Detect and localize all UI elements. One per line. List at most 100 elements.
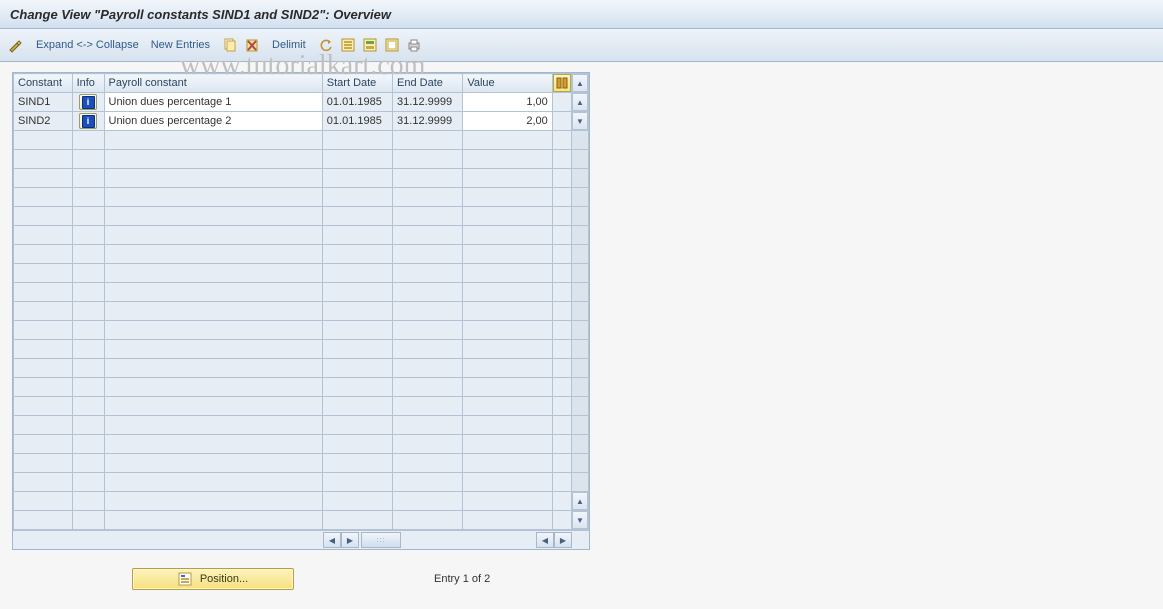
cell-payroll-constant xyxy=(104,188,322,207)
table-row[interactable]: ▲ xyxy=(14,492,589,511)
table-row[interactable]: ▼ xyxy=(14,511,589,530)
cell-info xyxy=(72,492,104,511)
table-row[interactable] xyxy=(14,340,589,359)
table-row[interactable] xyxy=(14,264,589,283)
cell-constant[interactable] xyxy=(14,435,73,454)
cell-start-date xyxy=(322,188,392,207)
table-row[interactable] xyxy=(14,454,589,473)
table-row[interactable] xyxy=(14,245,589,264)
cell-constant[interactable]: SIND1 xyxy=(14,93,73,112)
table-row[interactable] xyxy=(14,283,589,302)
cell-constant[interactable] xyxy=(14,454,73,473)
hscroll-left2-icon[interactable]: ◀ xyxy=(536,532,554,548)
col-header-end-date[interactable]: End Date xyxy=(393,74,463,93)
table-row[interactable]: SIND1iUnion dues percentage 101.01.19853… xyxy=(14,93,589,112)
cell-constant[interactable] xyxy=(14,359,73,378)
position-button[interactable]: Position... xyxy=(132,568,294,590)
scroll-bottom-icon[interactable]: ▼ xyxy=(572,511,588,529)
print-icon[interactable] xyxy=(406,37,422,53)
cell-constant[interactable] xyxy=(14,397,73,416)
cell-constant[interactable] xyxy=(14,340,73,359)
cell-constant[interactable] xyxy=(14,378,73,397)
title-bar: Change View "Payroll constants SIND1 and… xyxy=(0,0,1163,29)
scroll-cell-down: ▼ xyxy=(571,112,588,131)
cell-info xyxy=(72,435,104,454)
table-settings-icon[interactable] xyxy=(553,74,571,92)
table-row[interactable] xyxy=(14,188,589,207)
scroll-up-icon[interactable]: ▲ xyxy=(572,93,588,111)
cell-constant[interactable] xyxy=(14,264,73,283)
scroll-top-icon[interactable]: ▲ xyxy=(572,74,588,92)
cell-payroll-constant[interactable]: Union dues percentage 1 xyxy=(104,93,322,112)
cell-spacer xyxy=(552,302,571,321)
new-entries-button[interactable]: New Entries xyxy=(151,39,210,51)
cell-constant[interactable] xyxy=(14,416,73,435)
copy-icon[interactable] xyxy=(222,37,238,53)
cell-info xyxy=(72,245,104,264)
cell-payroll-constant[interactable]: Union dues percentage 2 xyxy=(104,112,322,131)
table-row[interactable]: SIND2iUnion dues percentage 201.01.19853… xyxy=(14,112,589,131)
deselect-all-icon[interactable] xyxy=(384,37,400,53)
col-header-payroll-constant[interactable]: Payroll constant xyxy=(104,74,322,93)
scroll-up2-icon[interactable]: ▲ xyxy=(572,492,588,510)
cell-constant[interactable] xyxy=(14,169,73,188)
cell-constant[interactable] xyxy=(14,131,73,150)
info-icon[interactable]: i xyxy=(79,94,97,110)
cell-payroll-constant xyxy=(104,131,322,150)
delete-icon[interactable] xyxy=(244,37,260,53)
cell-constant[interactable] xyxy=(14,150,73,169)
table-row[interactable] xyxy=(14,435,589,454)
table-row[interactable] xyxy=(14,378,589,397)
cell-constant[interactable] xyxy=(14,492,73,511)
cell-spacer xyxy=(552,359,571,378)
table-row[interactable] xyxy=(14,416,589,435)
col-header-info[interactable]: Info xyxy=(72,74,104,93)
cell-end-date xyxy=(393,226,463,245)
undo-icon[interactable] xyxy=(318,37,334,53)
scroll-down-icon[interactable]: ▼ xyxy=(572,112,588,130)
cell-end-date xyxy=(393,264,463,283)
col-header-start-date[interactable]: Start Date xyxy=(322,74,392,93)
table-row[interactable] xyxy=(14,131,589,150)
select-all-icon[interactable] xyxy=(340,37,356,53)
table-row[interactable] xyxy=(14,169,589,188)
cell-value[interactable]: 2,00 xyxy=(463,112,552,131)
cell-value[interactable]: 1,00 xyxy=(463,93,552,112)
cell-start-date xyxy=(322,226,392,245)
info-icon[interactable]: i xyxy=(79,113,97,129)
cell-constant[interactable] xyxy=(14,473,73,492)
hscroll-left-icon[interactable]: ◀ xyxy=(323,532,341,548)
cell-info xyxy=(72,302,104,321)
col-header-constant[interactable]: Constant xyxy=(14,74,73,93)
cell-constant[interactable] xyxy=(14,207,73,226)
table-row[interactable] xyxy=(14,302,589,321)
hscroll-right2-icon[interactable]: ▶ xyxy=(554,532,572,548)
toggle-display-change-icon[interactable] xyxy=(8,37,24,53)
select-block-icon[interactable] xyxy=(362,37,378,53)
cell-constant[interactable] xyxy=(14,321,73,340)
cell-start-date xyxy=(322,378,392,397)
cell-constant[interactable] xyxy=(14,188,73,207)
expand-collapse-button[interactable]: Expand <-> Collapse xyxy=(36,39,139,51)
cell-constant[interactable] xyxy=(14,283,73,302)
cell-constant[interactable] xyxy=(14,511,73,530)
delimit-button[interactable]: Delimit xyxy=(272,39,306,51)
cell-info xyxy=(72,188,104,207)
scroll-cell-up: ▲ xyxy=(571,93,588,112)
col-header-value[interactable]: Value xyxy=(463,74,552,93)
cell-constant[interactable] xyxy=(14,226,73,245)
cell-constant[interactable]: SIND2 xyxy=(14,112,73,131)
table-row[interactable] xyxy=(14,473,589,492)
table-row[interactable] xyxy=(14,226,589,245)
cell-constant[interactable] xyxy=(14,245,73,264)
table-row[interactable] xyxy=(14,397,589,416)
table-row[interactable] xyxy=(14,207,589,226)
table-row[interactable] xyxy=(14,321,589,340)
table-row[interactable] xyxy=(14,359,589,378)
cell-constant[interactable] xyxy=(14,302,73,321)
table-row[interactable] xyxy=(14,150,589,169)
hscroll-thumb[interactable]: ::: xyxy=(361,532,401,548)
table-header-row: Constant Info Payroll constant Start Dat… xyxy=(14,74,589,93)
hscroll-right-icon[interactable]: ▶ xyxy=(341,532,359,548)
cell-start-date xyxy=(322,283,392,302)
